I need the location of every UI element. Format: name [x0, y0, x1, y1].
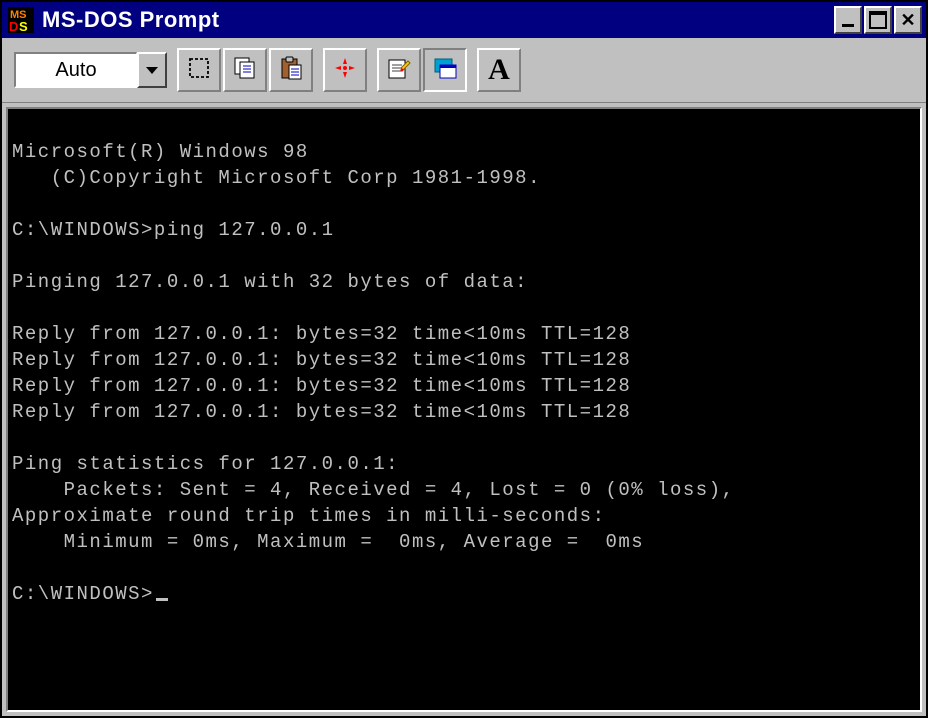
terminal-line: Reply from 127.0.0.1: bytes=32 time<10ms… — [12, 399, 916, 425]
terminal-line: Reply from 127.0.0.1: bytes=32 time<10ms… — [12, 347, 916, 373]
background-button[interactable] — [423, 48, 467, 92]
terminal-line: Microsoft(R) Windows 98 — [12, 139, 916, 165]
minimize-button[interactable] — [834, 6, 862, 34]
terminal-cursor — [156, 598, 168, 601]
font-size-value: Auto — [14, 52, 137, 88]
font-icon: A — [488, 53, 510, 87]
terminal-line — [12, 555, 916, 581]
terminal-prompt: C:\WINDOWS> — [12, 583, 154, 605]
close-button[interactable]: ✕ — [894, 6, 922, 34]
copy-icon — [232, 55, 258, 86]
terminal-line: Minimum = 0ms, Maximum = 0ms, Average = … — [12, 529, 916, 555]
terminal-line: Approximate round trip times in milli-se… — [12, 503, 916, 529]
mark-button[interactable] — [177, 48, 221, 92]
terminal-line: C:\WINDOWS>ping 127.0.0.1 — [12, 217, 916, 243]
properties-button[interactable] — [377, 48, 421, 92]
properties-icon — [386, 55, 412, 86]
window-title: MS-DOS Prompt — [42, 7, 834, 33]
terminal-line: (C)Copyright Microsoft Corp 1981-1998. — [12, 165, 916, 191]
background-icon — [432, 55, 458, 86]
mark-icon — [187, 56, 211, 85]
dos-prompt-window: MS D S MS-DOS Prompt ✕ Auto — [0, 0, 928, 718]
terminal-line: Packets: Sent = 4, Received = 4, Lost = … — [12, 477, 916, 503]
fullscreen-button[interactable] — [323, 48, 367, 92]
copy-button[interactable] — [223, 48, 267, 92]
paste-button[interactable] — [269, 48, 313, 92]
font-button[interactable]: A — [477, 48, 521, 92]
terminal-line: Pinging 127.0.0.1 with 32 bytes of data: — [12, 269, 916, 295]
toolbar: Auto — [2, 38, 926, 103]
chevron-down-icon[interactable] — [137, 52, 167, 88]
terminal-output: Microsoft(R) Windows 98 (C)Copyright Mic… — [8, 109, 920, 611]
paste-icon — [278, 55, 304, 86]
terminal-line: Reply from 127.0.0.1: bytes=32 time<10ms… — [12, 373, 916, 399]
terminal-line — [12, 295, 916, 321]
font-size-select[interactable]: Auto — [14, 52, 167, 88]
svg-text:S: S — [19, 19, 28, 33]
terminal-line — [12, 191, 916, 217]
titlebar[interactable]: MS D S MS-DOS Prompt ✕ — [2, 2, 926, 38]
svg-text:D: D — [9, 19, 18, 33]
fullscreen-icon — [332, 55, 358, 86]
terminal-line: Ping statistics for 127.0.0.1: — [12, 451, 916, 477]
terminal-line — [12, 425, 916, 451]
terminal-prompt-line: C:\WINDOWS> — [12, 581, 916, 607]
maximize-button[interactable] — [864, 6, 892, 34]
terminal-line — [12, 243, 916, 269]
terminal-area[interactable]: Microsoft(R) Windows 98 (C)Copyright Mic… — [6, 107, 922, 712]
msdos-icon: MS D S — [8, 7, 34, 33]
terminal-line: Reply from 127.0.0.1: bytes=32 time<10ms… — [12, 321, 916, 347]
